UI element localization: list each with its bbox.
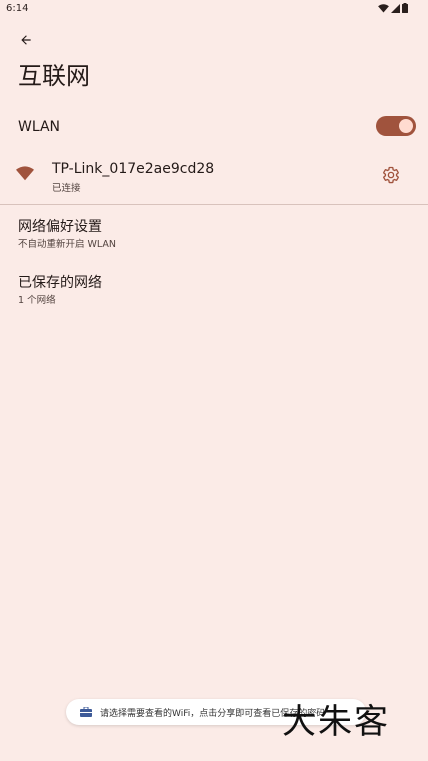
pref-summary: 1 个网络 (18, 295, 56, 306)
status-icons (378, 3, 408, 13)
network-status: 已连接 (52, 183, 81, 194)
network-preferences-item[interactable]: 网络偏好设置 不自动重新开启 WLAN (0, 216, 428, 260)
wlan-switch[interactable] (376, 116, 416, 136)
briefcase-icon (80, 707, 92, 717)
wlan-toggle-row[interactable]: WLAN (0, 108, 428, 144)
wlan-switch-thumb (399, 119, 413, 133)
signal-icon (391, 3, 400, 13)
pref-summary: 不自动重新开启 WLAN (18, 239, 117, 250)
wifi-icon (378, 3, 389, 13)
wlan-label: WLAN (18, 119, 61, 135)
status-bar: 6:14 (0, 0, 428, 18)
gear-icon (383, 166, 399, 184)
network-settings-button[interactable] (382, 166, 400, 184)
pref-title: 网络偏好设置 (18, 219, 102, 235)
network-ssid: TP-Link_017e2ae9cd28 (52, 161, 215, 177)
watermark-logo: 大朱客 (282, 702, 390, 742)
internet-settings-screen: 6:14 互联网 WLAN TP-Link_017e2ae9cd28 已连接 网… (0, 0, 428, 761)
pref-title: 已保存的网络 (18, 275, 102, 291)
divider (0, 204, 428, 205)
arrow-back-icon (21, 35, 31, 45)
page-title: 互联网 (18, 62, 90, 90)
saved-networks-item[interactable]: 已保存的网络 1 个网络 (0, 272, 428, 316)
battery-icon (402, 3, 408, 13)
wifi-signal-icon (16, 166, 34, 181)
network-list-item[interactable]: TP-Link_017e2ae9cd28 已连接 (0, 152, 428, 198)
back-button[interactable] (14, 30, 38, 50)
status-time: 6:14 (6, 3, 29, 14)
